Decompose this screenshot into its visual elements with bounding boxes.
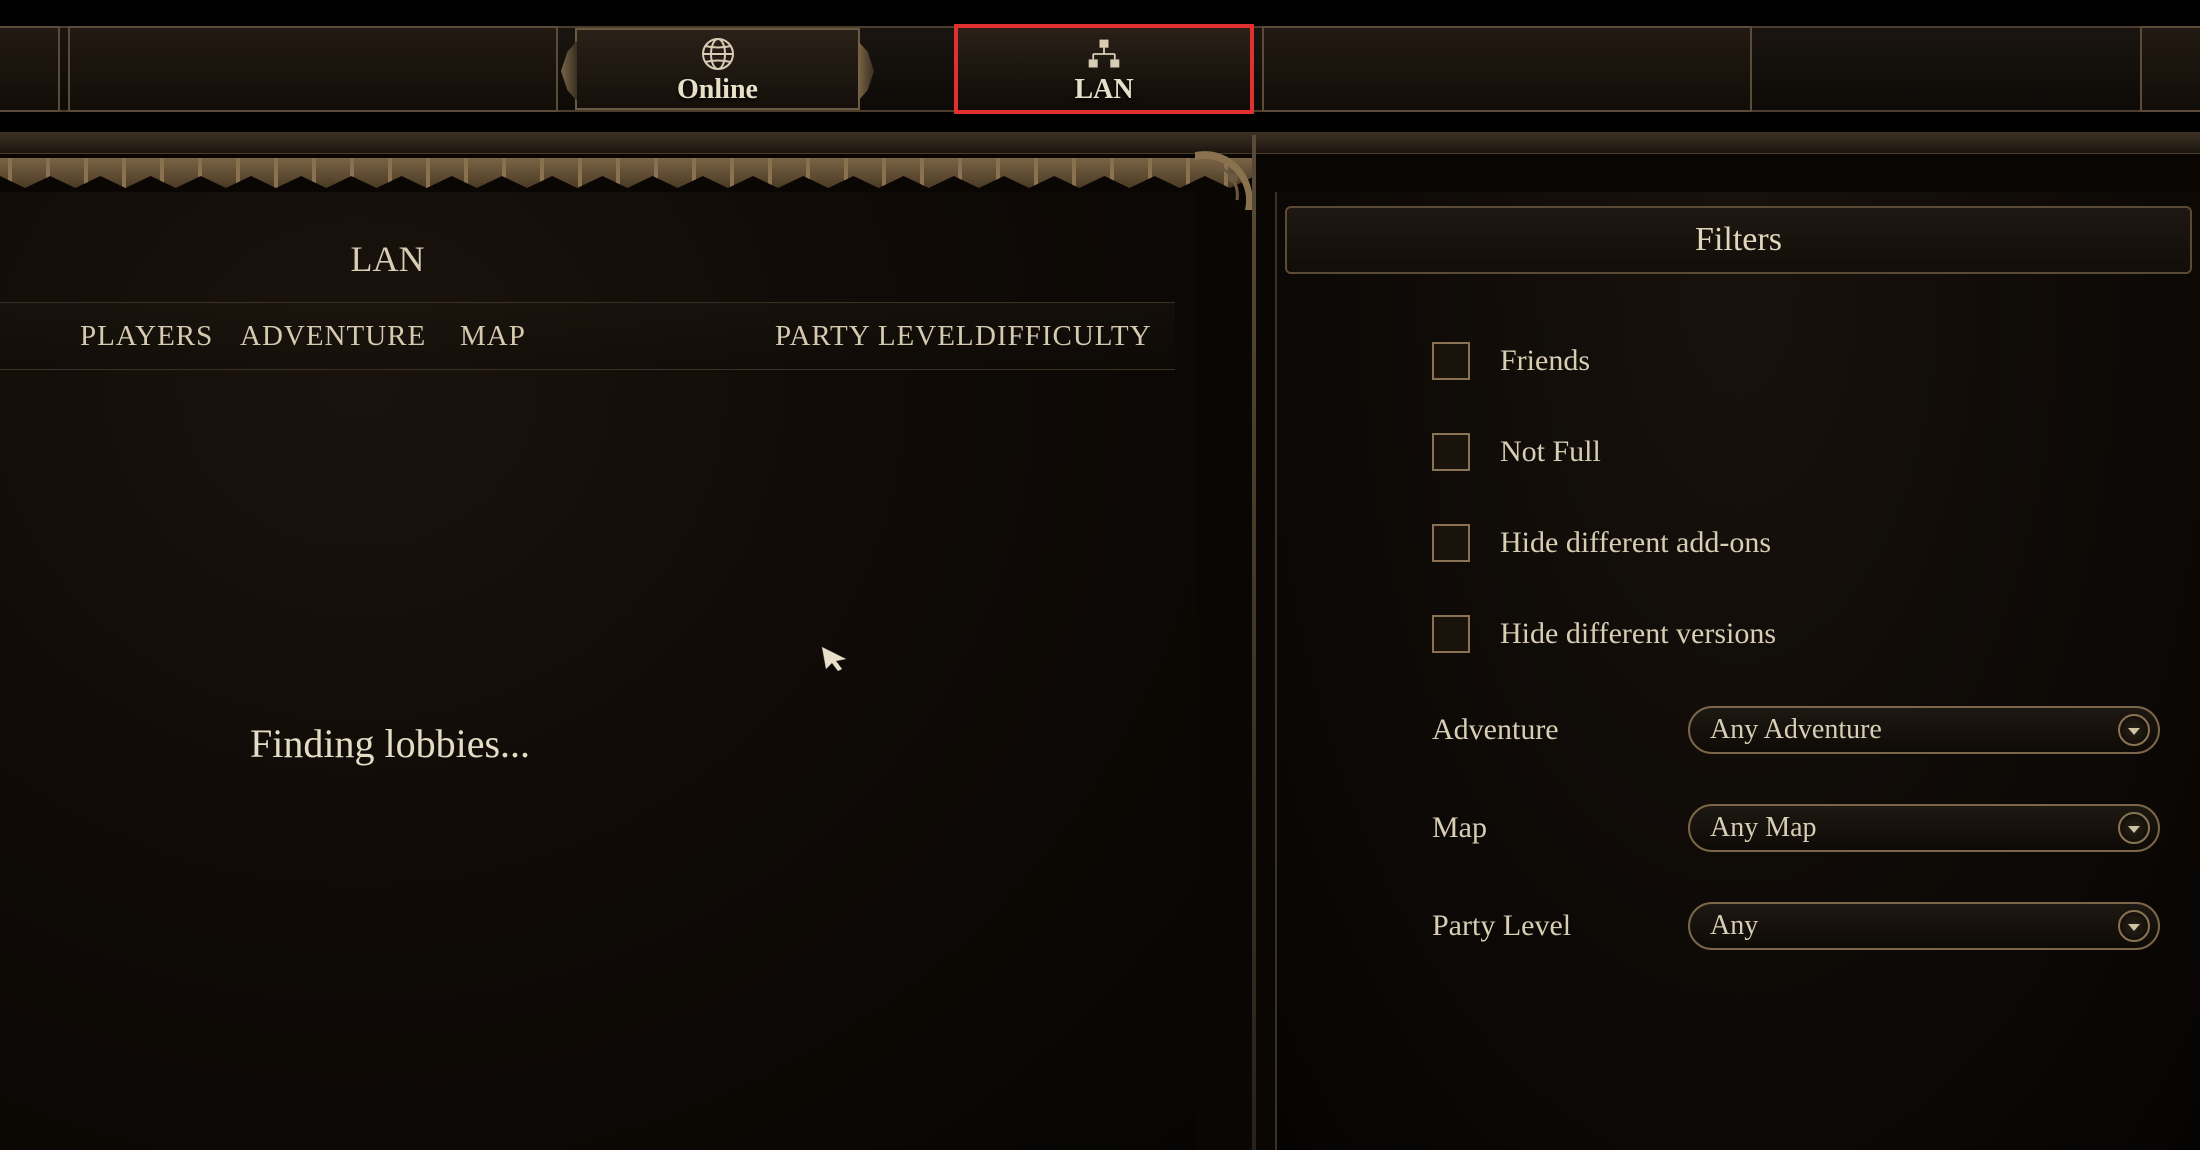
filter-label-hide-versions: Hide different versions [1500,617,1776,651]
lobby-list-area: Finding lobbies... [0,370,1175,1150]
dropdown-label-party-level: Party Level [1432,909,1688,943]
filter-row-hide-addons: Hide different add-ons [1432,524,2170,562]
lobby-column-headers: PLAYERS ADVENTURE MAP PARTY LEVEL DIFFIC… [0,302,1175,370]
dropdown-value-map: Any Map [1710,812,1817,844]
col-header-players[interactable]: PLAYERS [80,320,240,353]
dropdown-label-adventure: Adventure [1432,713,1688,747]
vertical-divider [1252,135,1256,1150]
filters-body: Friends Not Full Hide different add-ons … [1277,296,2200,1030]
filter-label-hide-addons: Hide different add-ons [1500,526,1771,560]
checkbox-friends[interactable] [1432,342,1470,380]
tab-lan-label: LAN [1074,74,1133,106]
tab-online-label: Online [677,74,758,106]
tab-online[interactable]: Online [575,28,860,110]
panel-title: LAN [0,238,1195,280]
ornament-divider [0,158,1255,188]
globe-icon [700,36,736,72]
filter-row-not-full: Not Full [1432,433,2170,471]
checkbox-hide-addons[interactable] [1432,524,1470,562]
tab-spacer [2140,26,2200,112]
chevron-down-icon [2118,714,2150,746]
col-header-party-level[interactable]: PARTY LEVEL [775,320,975,353]
filter-label-not-full: Not Full [1500,435,1601,469]
checkbox-hide-versions[interactable] [1432,615,1470,653]
tab-lan[interactable]: LAN [954,24,1254,114]
chevron-down-icon [2118,812,2150,844]
cursor-icon [820,645,850,671]
col-header-difficulty[interactable]: DIFFICULTY [975,320,1155,353]
filter-row-friends: Friends [1432,342,2170,380]
filter-label-friends: Friends [1500,344,1590,378]
network-icon [1086,36,1122,72]
col-header-adventure[interactable]: ADVENTURE [240,320,460,353]
dropdown-value-party-level: Any [1710,910,1758,942]
tab-spacer [0,26,60,112]
dropdown-party-level[interactable]: Any [1688,902,2160,950]
dropdown-value-adventure: Any Adventure [1710,714,1882,746]
dropdown-label-map: Map [1432,811,1688,845]
texture-band [0,132,2200,154]
finding-lobbies-status: Finding lobbies... [250,720,530,767]
dropdown-adventure[interactable]: Any Adventure [1688,706,2160,754]
tab-spacer [68,26,558,112]
lobby-list-panel: LAN PLAYERS ADVENTURE MAP PARTY LEVEL DI… [0,192,1195,1150]
filters-panel: Filters Friends Not Full Hide different … [1275,192,2200,1150]
dropdown-row-adventure: Adventure Any Adventure [1278,706,2170,754]
dropdown-row-party-level: Party Level Any [1278,902,2170,950]
dropdown-row-map: Map Any Map [1278,804,2170,852]
filter-row-hide-versions: Hide different versions [1432,615,2170,653]
dropdown-map[interactable]: Any Map [1688,804,2160,852]
checkbox-not-full[interactable] [1432,433,1470,471]
tab-spacer [1262,26,1752,112]
filters-header: Filters [1285,206,2192,274]
col-header-map[interactable]: MAP [460,320,720,353]
top-tab-bar: Online LAN [0,0,2200,132]
ornament-corner [1195,150,1255,220]
chevron-down-icon [2118,910,2150,942]
